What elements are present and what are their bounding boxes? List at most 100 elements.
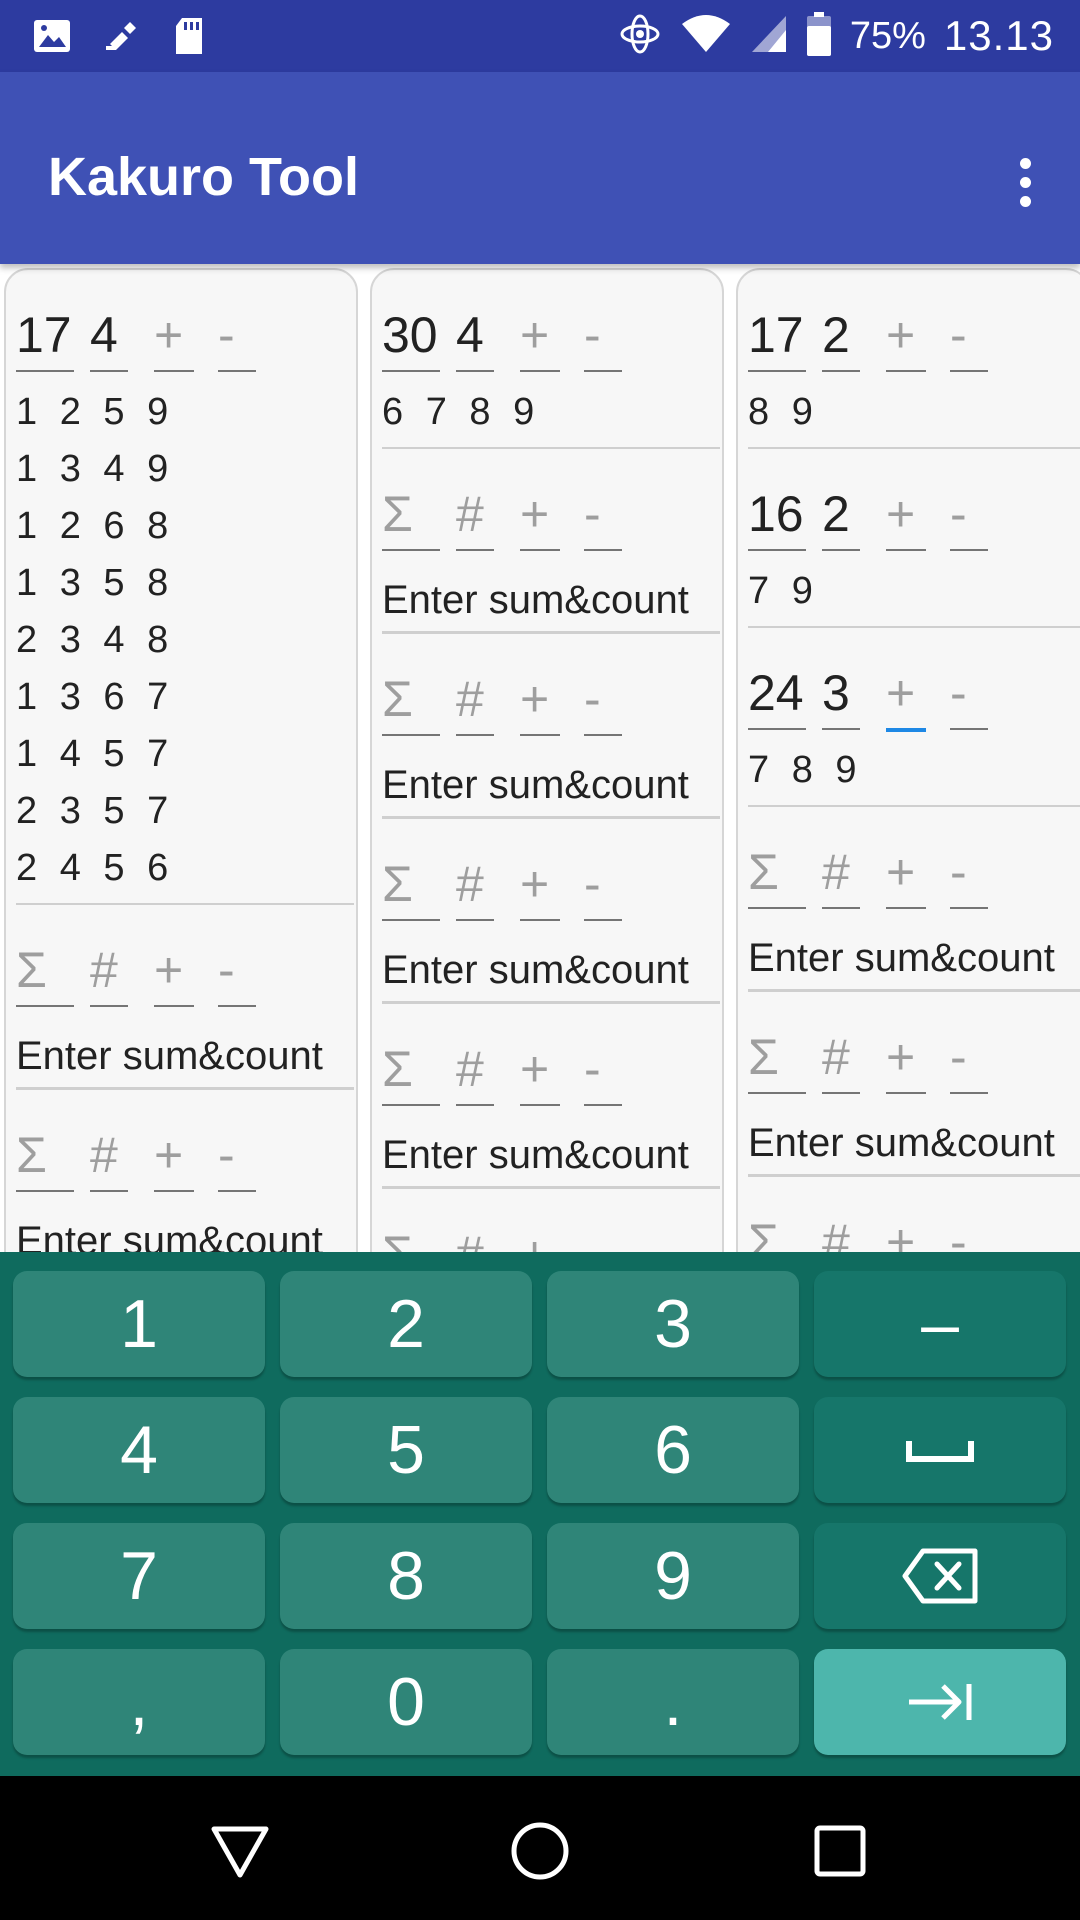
field-underline [748, 549, 806, 551]
key-3[interactable]: – [814, 1271, 1066, 1377]
exclude-field[interactable]: - [584, 485, 622, 551]
space-key[interactable] [814, 1397, 1066, 1503]
count-field-value: # [456, 856, 484, 912]
sum-field[interactable]: Σ [382, 670, 440, 736]
exclude-field[interactable]: - [950, 1213, 988, 1252]
key-6[interactable]: 6 [547, 1397, 799, 1503]
home-icon[interactable] [485, 1806, 595, 1896]
field-underline [456, 370, 494, 372]
count-field[interactable]: # [456, 485, 494, 551]
kakuro-entry: Σ#+-Enter sum&count [382, 819, 722, 1004]
sum-field[interactable]: Σ [748, 843, 806, 909]
include-field[interactable]: + [520, 855, 560, 921]
include-field[interactable]: + [886, 485, 926, 551]
sum-field[interactable]: Σ [16, 941, 74, 1007]
count-field[interactable]: 4 [90, 306, 128, 372]
sum-field[interactable]: Σ [382, 855, 440, 921]
include-field[interactable]: + [886, 1028, 926, 1094]
count-field[interactable]: # [456, 1225, 494, 1252]
include-field[interactable]: + [154, 941, 194, 1007]
exclude-field[interactable]: - [218, 306, 256, 372]
back-icon[interactable] [185, 1806, 295, 1896]
exclude-field[interactable]: - [950, 1028, 988, 1094]
backspace-key[interactable] [814, 1523, 1066, 1629]
sum-field[interactable]: Σ [16, 1126, 74, 1192]
key-0[interactable]: 1 [13, 1271, 265, 1377]
combination-item: 1 3 5 8 [16, 562, 175, 604]
entry-inputs-row: Σ # +- [16, 905, 356, 1023]
sum-field[interactable]: 17 [16, 306, 74, 372]
sum-field[interactable]: Σ [382, 1040, 440, 1106]
count-field-value: # [90, 942, 118, 998]
entry-prompt: Enter sum&count [16, 1219, 323, 1252]
exclude-field[interactable]: - [584, 855, 622, 921]
recents-icon[interactable] [785, 1806, 895, 1896]
key-5[interactable]: 5 [280, 1397, 532, 1503]
include-field-value: + [520, 1225, 549, 1252]
count-field[interactable]: # [90, 941, 128, 1007]
entry-prompt: Enter sum&count [382, 1133, 689, 1177]
key-2[interactable]: 3 [547, 1271, 799, 1377]
sum-field[interactable]: Σ [382, 485, 440, 551]
key-1[interactable]: 2 [280, 1271, 532, 1377]
sum-field[interactable]: 16 [748, 485, 806, 551]
count-field[interactable]: # [90, 1126, 128, 1192]
count-field[interactable]: 2 [822, 485, 860, 551]
sum-field[interactable]: 30 [382, 306, 440, 372]
exclude-field[interactable]: - [950, 485, 988, 551]
include-field[interactable]: + [886, 843, 926, 909]
include-field[interactable]: + [886, 664, 926, 732]
more-vert-icon[interactable] [990, 142, 1060, 222]
entry-inputs-row: Σ # +- [748, 1177, 1080, 1252]
exclude-field[interactable]: - [584, 670, 622, 736]
count-field[interactable]: 2 [822, 306, 860, 372]
sum-field-value: Σ [16, 942, 47, 998]
key-9[interactable]: 8 [280, 1523, 532, 1629]
key-8[interactable]: 7 [13, 1523, 265, 1629]
count-field[interactable]: # [456, 855, 494, 921]
key-14[interactable]: . [547, 1649, 799, 1755]
include-field[interactable]: + [154, 1126, 194, 1192]
include-field[interactable]: + [154, 306, 194, 372]
include-field[interactable]: + [520, 1225, 560, 1252]
exclude-field[interactable]: - [218, 941, 256, 1007]
count-field-value: # [822, 1214, 850, 1252]
exclude-field[interactable]: - [218, 1126, 256, 1192]
count-field[interactable]: # [822, 1028, 860, 1094]
field-underline [950, 1092, 988, 1094]
include-field[interactable]: + [886, 306, 926, 372]
next-field-key[interactable] [814, 1649, 1066, 1755]
include-field[interactable]: + [886, 1213, 926, 1252]
sum-field[interactable]: 24 [748, 664, 806, 730]
exclude-field[interactable]: - [584, 1225, 622, 1252]
include-field[interactable]: + [520, 485, 560, 551]
include-field[interactable]: + [520, 1040, 560, 1106]
count-field[interactable]: # [456, 1040, 494, 1106]
exclude-field[interactable]: - [950, 843, 988, 909]
key-12[interactable]: , [13, 1649, 265, 1755]
exclude-field[interactable]: - [584, 306, 622, 372]
kakuro-entry: 30 4 + - 6 7 8 9 [382, 270, 722, 449]
sum-field[interactable]: Σ [382, 1225, 440, 1252]
exclude-field[interactable]: - [950, 306, 988, 372]
count-field[interactable]: 3 [822, 664, 860, 730]
count-field[interactable]: # [822, 843, 860, 909]
exclude-field[interactable]: - [584, 1040, 622, 1106]
key-4[interactable]: 4 [13, 1397, 265, 1503]
count-field-value: # [822, 1029, 850, 1085]
include-field[interactable]: + [520, 306, 560, 372]
count-field[interactable]: # [822, 1213, 860, 1252]
key-13[interactable]: 0 [280, 1649, 532, 1755]
kakuro-entry: Σ# +- Enter sum&count [16, 1090, 356, 1252]
sum-field[interactable]: Σ [748, 1213, 806, 1252]
count-field[interactable]: # [456, 670, 494, 736]
exclude-field[interactable]: - [950, 664, 988, 730]
sum-field[interactable]: 17 [748, 306, 806, 372]
kakuro-entry: Σ#+-Enter sum&count [382, 1189, 722, 1252]
key-10[interactable]: 9 [547, 1523, 799, 1629]
count-field[interactable]: 4 [456, 306, 494, 372]
sum-field[interactable]: Σ [748, 1028, 806, 1094]
space-icon [905, 1435, 975, 1465]
include-field[interactable]: + [520, 670, 560, 736]
entry-inputs-row: 17 2 + - [748, 270, 1080, 388]
